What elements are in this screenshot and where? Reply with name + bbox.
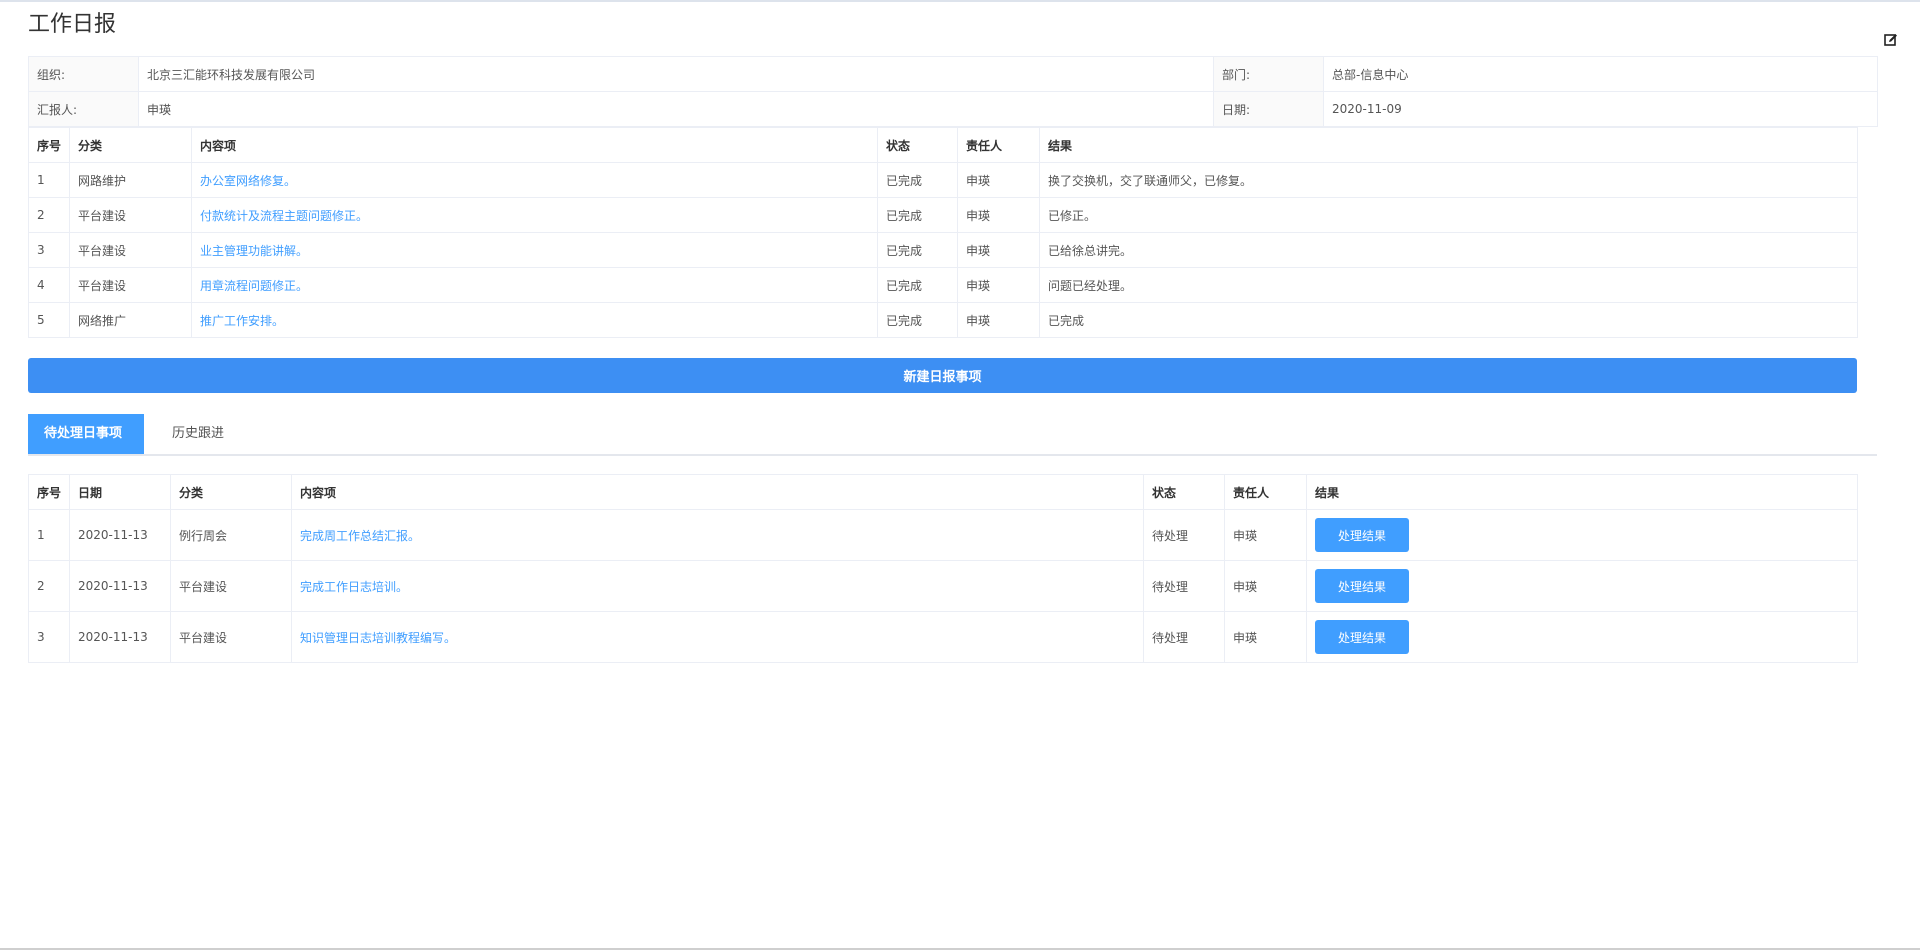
row-no: 3 <box>28 232 70 268</box>
row-result: 已给徐总讲完。 <box>1039 232 1858 268</box>
col-header-owner: 责任人 <box>1224 474 1307 510</box>
row-category: 例行周会 <box>170 509 292 561</box>
col-header-category: 分类 <box>170 474 292 510</box>
table-header-row: 序号 日期 分类 内容项 状态 责任人 结果 <box>28 474 1858 510</box>
process-result-button[interactable]: 处理结果 <box>1315 518 1409 552</box>
row-no: 2 <box>28 560 70 612</box>
row-category: 平台建设 <box>170 560 292 612</box>
row-content-link[interactable]: 完成周工作总结汇报。 <box>291 509 1144 561</box>
row-result: 已修正。 <box>1039 197 1858 233</box>
row-result-cell: 处理结果 <box>1306 611 1858 663</box>
row-status: 已完成 <box>877 267 958 303</box>
dept-value: 总部-信息中心 <box>1323 56 1878 92</box>
col-header-no: 序号 <box>28 127 70 163</box>
reporter-value: 申瑛 <box>138 91 1214 127</box>
tab-bar: 待处理日事项 历史跟进 <box>28 414 1877 456</box>
row-owner: 申瑛 <box>957 162 1040 198</box>
org-value: 北京三汇能环科技发展有限公司 <box>138 56 1214 92</box>
table-row: 2 平台建设 付款统计及流程主题问题修正。 已完成 申瑛 已修正。 <box>28 197 1858 233</box>
table-header-row: 序号 分类 内容项 状态 责任人 结果 <box>28 127 1858 163</box>
org-label: 组织: <box>28 56 139 92</box>
bottom-border <box>0 948 1920 950</box>
table-row: 1 2020-11-13 例行周会 完成周工作总结汇报。 待处理 申瑛 处理结果 <box>28 509 1858 561</box>
info-table: 组织: 北京三汇能环科技发展有限公司 部门: 总部-信息中心 汇报人: 申瑛 日… <box>28 56 1878 127</box>
row-content-link[interactable]: 完成工作日志培训。 <box>291 560 1144 612</box>
row-no: 1 <box>28 509 70 561</box>
dept-label: 部门: <box>1213 56 1324 92</box>
row-category: 平台建设 <box>69 232 192 268</box>
row-status: 待处理 <box>1143 611 1225 663</box>
edit-icon[interactable] <box>1884 33 1898 47</box>
info-row-reporter: 汇报人: 申瑛 日期: 2020-11-09 <box>28 91 1878 127</box>
reporter-label: 汇报人: <box>28 91 139 127</box>
col-header-owner: 责任人 <box>957 127 1040 163</box>
date-label: 日期: <box>1213 91 1324 127</box>
row-owner: 申瑛 <box>957 232 1040 268</box>
col-header-status: 状态 <box>1143 474 1225 510</box>
row-result: 问题已经处理。 <box>1039 267 1858 303</box>
table-row: 1 网路维护 办公室网络修复。 已完成 申瑛 换了交换机，交了联通师父，已修复。 <box>28 162 1858 198</box>
row-status: 待处理 <box>1143 560 1225 612</box>
table-row: 3 2020-11-13 平台建设 知识管理日志培训教程编写。 待处理 申瑛 处… <box>28 611 1858 663</box>
process-result-button[interactable]: 处理结果 <box>1315 620 1409 654</box>
col-header-result: 结果 <box>1039 127 1858 163</box>
row-result-cell: 处理结果 <box>1306 509 1858 561</box>
row-content-link[interactable]: 知识管理日志培训教程编写。 <box>291 611 1144 663</box>
row-date: 2020-11-13 <box>69 509 171 561</box>
row-owner: 申瑛 <box>1224 509 1307 561</box>
row-no: 1 <box>28 162 70 198</box>
row-date: 2020-11-13 <box>69 611 171 663</box>
row-status: 已完成 <box>877 302 958 338</box>
tab-history[interactable]: 历史跟进 <box>156 414 240 454</box>
tab-pending[interactable]: 待处理日事项 <box>28 414 144 454</box>
row-status: 已完成 <box>877 197 958 233</box>
col-header-no: 序号 <box>28 474 70 510</box>
row-content-link[interactable]: 付款统计及流程主题问题修正。 <box>191 197 878 233</box>
row-category: 平台建设 <box>69 197 192 233</box>
col-header-content: 内容项 <box>291 474 1144 510</box>
col-header-date: 日期 <box>69 474 171 510</box>
date-value: 2020-11-09 <box>1323 91 1878 127</box>
row-owner: 申瑛 <box>957 267 1040 303</box>
row-result: 已完成 <box>1039 302 1858 338</box>
row-category: 网路维护 <box>69 162 192 198</box>
row-no: 5 <box>28 302 70 338</box>
row-status: 已完成 <box>877 232 958 268</box>
row-owner: 申瑛 <box>957 302 1040 338</box>
row-result: 换了交换机，交了联通师父，已修复。 <box>1039 162 1858 198</box>
row-no: 3 <box>28 611 70 663</box>
row-category: 平台建设 <box>69 267 192 303</box>
col-header-status: 状态 <box>877 127 958 163</box>
row-content-link[interactable]: 用章流程问题修正。 <box>191 267 878 303</box>
row-no: 4 <box>28 267 70 303</box>
row-content-link[interactable]: 业主管理功能讲解。 <box>191 232 878 268</box>
top-border <box>0 0 1920 2</box>
row-category: 平台建设 <box>170 611 292 663</box>
table-row: 2 2020-11-13 平台建设 完成工作日志培训。 待处理 申瑛 处理结果 <box>28 560 1858 612</box>
row-owner: 申瑛 <box>1224 611 1307 663</box>
row-owner: 申瑛 <box>957 197 1040 233</box>
pending-items-table: 序号 日期 分类 内容项 状态 责任人 结果 1 2020-11-13 例行周会… <box>28 474 1858 663</box>
col-header-category: 分类 <box>69 127 192 163</box>
process-result-button[interactable]: 处理结果 <box>1315 569 1409 603</box>
daily-items-table: 序号 分类 内容项 状态 责任人 结果 1 网路维护 办公室网络修复。 已完成 … <box>28 127 1858 338</box>
row-date: 2020-11-13 <box>69 560 171 612</box>
col-header-content: 内容项 <box>191 127 878 163</box>
page-title: 工作日报 <box>28 12 117 37</box>
row-no: 2 <box>28 197 70 233</box>
table-row: 4 平台建设 用章流程问题修正。 已完成 申瑛 问题已经处理。 <box>28 267 1858 303</box>
row-owner: 申瑛 <box>1224 560 1307 612</box>
new-daily-item-button[interactable]: 新建日报事项 <box>28 358 1857 393</box>
col-header-result: 结果 <box>1306 474 1858 510</box>
row-status: 已完成 <box>877 162 958 198</box>
info-row-org: 组织: 北京三汇能环科技发展有限公司 部门: 总部-信息中心 <box>28 56 1878 92</box>
row-content-link[interactable]: 办公室网络修复。 <box>191 162 878 198</box>
row-content-link[interactable]: 推广工作安排。 <box>191 302 878 338</box>
table-row: 3 平台建设 业主管理功能讲解。 已完成 申瑛 已给徐总讲完。 <box>28 232 1858 268</box>
row-category: 网络推广 <box>69 302 192 338</box>
table-row: 5 网络推广 推广工作安排。 已完成 申瑛 已完成 <box>28 302 1858 338</box>
row-result-cell: 处理结果 <box>1306 560 1858 612</box>
row-status: 待处理 <box>1143 509 1225 561</box>
